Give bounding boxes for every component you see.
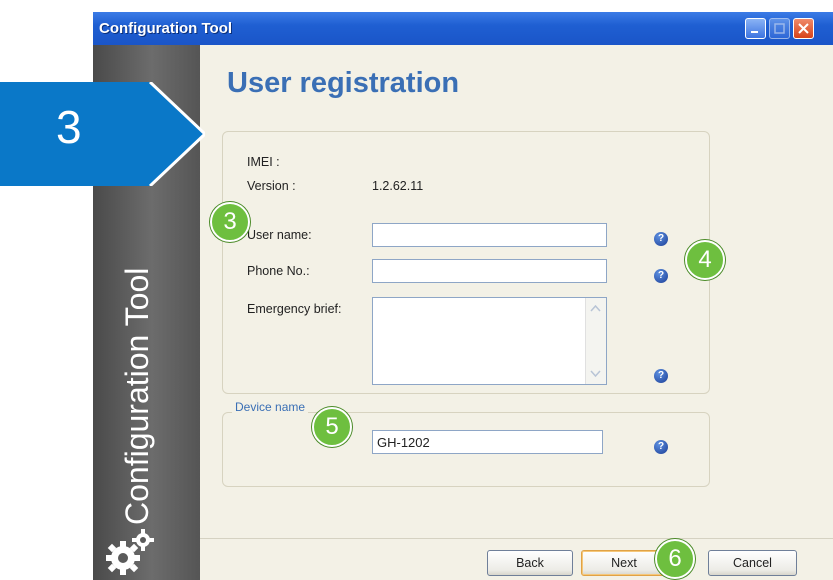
device-name-legend: Device name (232, 400, 309, 414)
minimize-button[interactable] (745, 18, 766, 39)
back-button[interactable]: Back (487, 550, 573, 576)
version-value: 1.2.62.11 (372, 179, 424, 193)
content-panel: User registration IMEI : Version : 1.2.6… (200, 45, 833, 580)
callout-badge-user-name: 3 (210, 202, 250, 242)
emergency-help-icon[interactable]: ? (654, 369, 668, 383)
footer-separator (200, 538, 833, 539)
callout-badge-device: 5 (312, 407, 352, 447)
device-name-help-icon[interactable]: ? (654, 440, 668, 454)
step-number: 3 (56, 101, 82, 153)
maximize-button[interactable] (769, 18, 790, 39)
version-label: Version : (247, 179, 296, 193)
callout-badge-next: 6 (655, 539, 695, 579)
phone-input[interactable] (372, 259, 607, 283)
emergency-brief-textarea[interactable] (372, 297, 607, 385)
next-button[interactable]: Next (581, 550, 667, 576)
user-name-label: User name: (247, 228, 312, 242)
sidebar-vertical-title: Configuration Tool (119, 267, 155, 525)
maximize-icon (774, 23, 785, 34)
user-name-input[interactable] (372, 223, 607, 247)
page-title: User registration (227, 67, 460, 99)
close-button[interactable] (793, 18, 814, 39)
emergency-brief-scrollbar[interactable] (585, 298, 606, 384)
step-arrow-callout (0, 82, 205, 186)
phone-help-icon[interactable]: ? (654, 269, 668, 283)
minimize-icon (751, 31, 758, 33)
device-name-input[interactable] (372, 430, 603, 454)
user-name-help-icon[interactable]: ? (654, 232, 668, 246)
window-title: Configuration Tool (99, 20, 233, 37)
phone-label: Phone No.: (247, 264, 310, 278)
callout-badge-help: 4 (685, 240, 725, 280)
emergency-brief-label: Emergency brief: (247, 302, 342, 316)
close-icon (798, 23, 809, 34)
title-bar[interactable]: Configuration Tool (93, 12, 833, 45)
scroll-up-icon (590, 304, 601, 312)
gears-icon (106, 529, 154, 575)
imei-label: IMEI : (247, 155, 280, 169)
scroll-down-icon (590, 370, 601, 378)
cancel-button[interactable]: Cancel (708, 550, 797, 576)
